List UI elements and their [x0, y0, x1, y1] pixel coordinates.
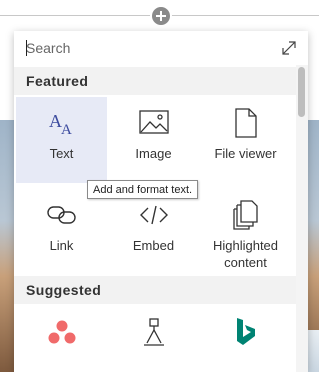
canvas: Featured A A Text Image	[0, 0, 319, 372]
tile-label: Text	[49, 146, 74, 161]
text-caret	[26, 40, 27, 56]
tile-label: Embed	[132, 238, 175, 253]
search-input[interactable]	[26, 39, 266, 57]
tile-file-viewer[interactable]: File viewer	[200, 97, 291, 183]
tile-embed[interactable]: Embed	[108, 189, 199, 275]
tile-bing[interactable]	[200, 306, 291, 372]
embed-icon	[138, 199, 170, 231]
link-icon	[46, 199, 78, 231]
tile-link[interactable]: Link	[16, 189, 107, 275]
add-section-button[interactable]	[150, 5, 172, 27]
webpart-toolbox-panel: Featured A A Text Image	[14, 31, 308, 372]
asana-icon	[46, 316, 78, 348]
tile-label: File viewer	[214, 146, 277, 161]
bing-icon	[230, 316, 262, 348]
tile-text[interactable]: A A Text	[16, 97, 107, 183]
featured-section-header: Featured	[14, 67, 296, 95]
plus-icon	[156, 11, 166, 21]
svg-text:A: A	[61, 122, 72, 138]
search-row	[14, 31, 308, 65]
file-icon	[230, 107, 262, 139]
tile-label: Image	[135, 146, 172, 161]
tile-label: Highlighted content	[212, 238, 279, 270]
text-icon: A A	[46, 107, 78, 139]
tile-label: Link	[49, 238, 74, 253]
tile-asana[interactable]	[16, 306, 107, 372]
planner-icon	[138, 316, 170, 348]
highlighted-content-icon	[230, 199, 262, 231]
image-icon	[138, 107, 170, 139]
suggested-section-header: Suggested	[14, 276, 296, 304]
tile-image[interactable]: Image	[108, 97, 199, 183]
tile-planner[interactable]	[108, 306, 199, 372]
tile-highlighted-content[interactable]: Highlighted content	[200, 189, 291, 275]
tooltip: Add and format text.	[87, 180, 199, 199]
scrollbar-thumb[interactable]	[298, 67, 305, 117]
expand-icon[interactable]	[280, 39, 298, 57]
